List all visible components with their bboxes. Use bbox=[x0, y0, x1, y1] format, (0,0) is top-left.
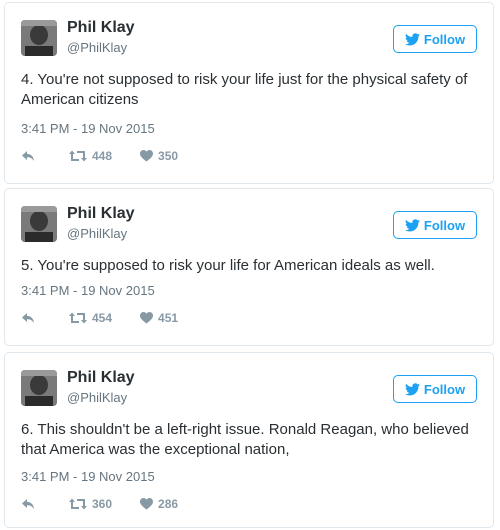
tweet-timestamp[interactable]: 3:41 PM - 19 Nov 2015 bbox=[21, 283, 155, 298]
tweet-text: 4. You're not supposed to risk your life… bbox=[21, 71, 468, 108]
reply-button[interactable] bbox=[21, 498, 35, 510]
author-handle[interactable]: @PhilKlay bbox=[67, 40, 127, 55]
retweet-icon bbox=[69, 150, 87, 162]
author-name[interactable]: Phil Klay bbox=[67, 369, 135, 387]
tweet-actions: 360 286 bbox=[21, 496, 178, 512]
tweet-timestamp[interactable]: 3:41 PM - 19 Nov 2015 bbox=[21, 121, 155, 136]
retweet-button[interactable]: 454 bbox=[69, 311, 112, 325]
heart-icon bbox=[140, 312, 154, 324]
tweet-timestamp[interactable]: 3:41 PM - 19 Nov 2015 bbox=[21, 469, 155, 484]
retweet-button[interactable]: 448 bbox=[69, 149, 112, 163]
tweet-card: Phil Klay @PhilKlay Follow 4. You're not… bbox=[4, 2, 494, 184]
tweet-card: Phil Klay @PhilKlay Follow 6. This shoul… bbox=[4, 352, 494, 528]
reply-button[interactable] bbox=[21, 312, 35, 324]
follow-button[interactable]: Follow bbox=[393, 375, 477, 403]
tweet-text: 5. You're supposed to risk your life for… bbox=[21, 257, 435, 274]
reply-icon bbox=[21, 150, 35, 162]
retweet-count: 448 bbox=[92, 149, 113, 163]
reply-icon bbox=[21, 498, 35, 510]
like-button[interactable]: 451 bbox=[140, 311, 178, 325]
twitter-bird-icon bbox=[404, 218, 420, 232]
heart-icon bbox=[140, 498, 154, 510]
reply-icon bbox=[21, 312, 35, 324]
like-button[interactable]: 286 bbox=[140, 497, 178, 511]
avatar[interactable] bbox=[21, 206, 57, 242]
follow-label: Follow bbox=[423, 217, 466, 233]
retweet-count: 454 bbox=[92, 311, 113, 325]
author-handle[interactable]: @PhilKlay bbox=[67, 390, 127, 405]
follow-label: Follow bbox=[423, 381, 466, 397]
author-handle[interactable]: @PhilKlay bbox=[67, 226, 127, 241]
retweet-icon bbox=[69, 312, 87, 324]
retweet-button[interactable]: 360 bbox=[69, 497, 112, 511]
twitter-bird-icon bbox=[404, 32, 420, 46]
author-name[interactable]: Phil Klay bbox=[67, 19, 135, 37]
avatar[interactable] bbox=[21, 370, 57, 406]
reply-button[interactable] bbox=[21, 150, 35, 162]
like-count: 451 bbox=[158, 311, 179, 325]
like-count: 350 bbox=[158, 149, 179, 163]
twitter-bird-icon bbox=[404, 382, 420, 396]
heart-icon bbox=[140, 150, 154, 162]
tweet-card: Phil Klay @PhilKlay Follow 5. You're sup… bbox=[4, 188, 494, 346]
like-count: 286 bbox=[158, 497, 179, 511]
tweet-actions: 454 451 bbox=[21, 310, 178, 326]
retweet-count: 360 bbox=[92, 497, 113, 511]
follow-button[interactable]: Follow bbox=[393, 25, 477, 53]
retweet-icon bbox=[69, 498, 87, 510]
follow-button[interactable]: Follow bbox=[393, 211, 477, 239]
follow-label: Follow bbox=[423, 31, 466, 47]
like-button[interactable]: 350 bbox=[140, 149, 178, 163]
tweet-actions: 448 350 bbox=[21, 148, 178, 164]
avatar[interactable] bbox=[21, 20, 57, 56]
tweet-text: 6. This shouldn't be a left-right issue.… bbox=[21, 421, 469, 458]
author-name[interactable]: Phil Klay bbox=[67, 205, 135, 223]
